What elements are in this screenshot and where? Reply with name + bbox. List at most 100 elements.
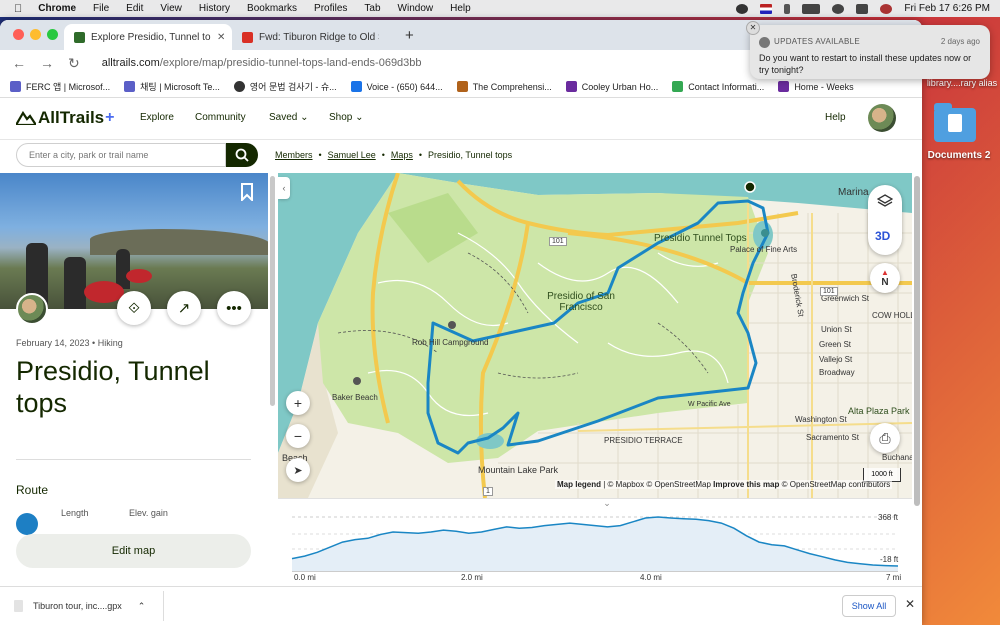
- tab-title: Fwd: Tiburon Ridge to Old St H: [259, 31, 379, 43]
- label-rob-hill: Rob Hill Campground: [412, 338, 489, 347]
- label-green: Green St: [819, 340, 852, 349]
- label-palace-fine-arts: Palace of Fine Arts: [730, 245, 798, 254]
- minimize-window-button[interactable]: [30, 29, 41, 40]
- update-notification[interactable]: ✕ UPDATES AVAILABLE 2 days ago Do you wa…: [746, 21, 990, 79]
- menu-view[interactable]: View: [160, 3, 182, 14]
- share-button[interactable]: ↗: [167, 291, 201, 325]
- crumb-user[interactable]: Samuel Lee: [328, 150, 376, 160]
- print-button[interactable]: ⎙: [870, 423, 900, 453]
- location-arrow-icon: ➤: [293, 464, 303, 477]
- zoom-in-button[interactable]: +: [286, 391, 310, 415]
- improve-map-link[interactable]: Improve this map: [713, 480, 779, 489]
- compass-button[interactable]: ▲ N: [870, 263, 900, 293]
- bookmark-item[interactable]: 채팅 | Microsoft Te...: [124, 80, 220, 93]
- panel-scrollbar[interactable]: [270, 176, 275, 406]
- menu-help[interactable]: Help: [450, 3, 471, 14]
- siri-icon[interactable]: [880, 3, 893, 14]
- hike-photo[interactable]: [0, 173, 268, 309]
- bookmark-item[interactable]: Contact Informati...: [672, 81, 764, 92]
- bookmark-item[interactable]: Home - Weeks: [778, 81, 854, 92]
- bluetooth-icon[interactable]: [784, 3, 791, 14]
- search-button[interactable]: [226, 143, 258, 167]
- tab-alltrails[interactable]: Explore Presidio, Tunnel tops | ✕: [64, 24, 232, 50]
- trail-map[interactable]: ‹ Presidio Tunnel Tops Presidio of San F…: [278, 173, 912, 498]
- input-source-icon[interactable]: [760, 3, 773, 14]
- menu-tab[interactable]: Tab: [364, 3, 380, 14]
- search-input[interactable]: Enter a city, park or trail name: [16, 143, 226, 167]
- fullscreen-window-button[interactable]: [47, 29, 58, 40]
- directions-button[interactable]: ⟐: [117, 291, 151, 325]
- nav-saved[interactable]: Saved ⌄: [269, 112, 309, 123]
- forward-icon[interactable]: →: [40, 55, 54, 71]
- 3d-toggle-button[interactable]: 3D: [875, 229, 890, 243]
- menu-profiles[interactable]: Profiles: [314, 3, 347, 14]
- bookmark-item[interactable]: 영어 문법 검사기 - 슈...: [233, 80, 337, 93]
- apple-icon[interactable]: : [14, 3, 22, 15]
- bookmark-icon[interactable]: [240, 183, 254, 201]
- close-tab-icon[interactable]: ✕: [217, 32, 225, 43]
- author-avatar[interactable]: [16, 293, 48, 325]
- edit-map-button[interactable]: Edit map: [16, 534, 251, 568]
- show-all-button[interactable]: Show All: [842, 595, 896, 617]
- page-scrollbar[interactable]: [914, 176, 920, 506]
- menu-edit[interactable]: Edit: [126, 3, 143, 14]
- user-avatar[interactable]: [868, 104, 896, 132]
- file-icon: [14, 600, 23, 612]
- chevron-up-icon[interactable]: ⌃: [138, 601, 146, 612]
- label-presidio-sf: Presidio of San Francisco: [547, 291, 615, 313]
- new-tab-icon[interactable]: +: [405, 27, 414, 44]
- close-window-button[interactable]: [13, 29, 24, 40]
- brand-plus: +: [105, 109, 115, 126]
- bookmark-item[interactable]: FERC 앱 | Microsof...: [10, 80, 110, 93]
- zoom-out-button[interactable]: −: [286, 424, 310, 448]
- back-icon[interactable]: ←: [12, 55, 26, 71]
- tab-gmail[interactable]: Fwd: Tiburon Ridge to Old St H: [232, 24, 400, 50]
- nav-explore[interactable]: Explore: [140, 112, 174, 123]
- menu-bar:  Chrome File Edit View History Bookmark…: [0, 0, 1000, 17]
- search-icon: [235, 148, 249, 162]
- menu-window[interactable]: Window: [398, 3, 434, 14]
- nav-shop[interactable]: Shop ⌄: [329, 112, 364, 123]
- elevation-profile[interactable]: ⌄ 368 ft -18 ft 0.0 mi 2.0 mi 4.0 mi 7 m…: [278, 498, 912, 586]
- locate-button[interactable]: ➤: [286, 458, 310, 482]
- reload-icon[interactable]: ↻: [68, 55, 80, 72]
- bookmark-item[interactable]: Cooley Urban Ho...: [565, 81, 658, 92]
- desktop-folder-label[interactable]: Documents 2: [924, 150, 994, 161]
- alltrails-logo[interactable]: AllTrails +: [16, 108, 114, 128]
- m-app-icon[interactable]: [736, 3, 749, 14]
- map-legend-link[interactable]: Map legend: [557, 480, 601, 489]
- crumb-maps[interactable]: Maps: [391, 150, 413, 160]
- label-sacramento: Sacramento St: [806, 433, 859, 442]
- status-area: Fri Feb 17 6:26 PM: [736, 0, 990, 17]
- share-icon: ↗: [177, 300, 191, 317]
- menu-file[interactable]: File: [93, 3, 109, 14]
- download-item[interactable]: Tiburon tour, inc....gpx ⌃: [14, 600, 145, 612]
- map-meta: February 14, 2023 • Hiking: [16, 338, 123, 348]
- nav-community[interactable]: Community: [195, 112, 246, 123]
- drive-icon: [672, 81, 684, 92]
- menu-app[interactable]: Chrome: [38, 3, 76, 14]
- more-button[interactable]: •••: [217, 291, 251, 325]
- help-link[interactable]: Help: [825, 112, 846, 123]
- crumb-members[interactable]: Members: [275, 150, 313, 160]
- layers-icon[interactable]: [877, 193, 893, 209]
- wifi-icon[interactable]: [832, 3, 845, 14]
- folder-icon[interactable]: [934, 103, 976, 142]
- clock[interactable]: Fri Feb 17 6:26 PM: [904, 3, 990, 14]
- voice-icon: [350, 81, 362, 92]
- close-shelf-icon[interactable]: ✕: [905, 597, 915, 611]
- control-center-icon[interactable]: [856, 3, 869, 14]
- menu-bookmarks[interactable]: Bookmarks: [247, 3, 297, 14]
- address-bar[interactable]: alltrails.com/explore/map/presidio-tunne…: [102, 57, 422, 69]
- collapse-panel-button[interactable]: ‹: [278, 177, 290, 199]
- x-tick-label: 2.0 mi: [461, 573, 483, 582]
- bookmark-item[interactable]: Voice - (650) 644...: [350, 81, 443, 92]
- bookmark-item[interactable]: The Comprehensi...: [456, 81, 552, 92]
- close-notification-icon[interactable]: ✕: [746, 21, 760, 35]
- menu-history[interactable]: History: [199, 3, 230, 14]
- label-marina: Marina: [838, 187, 869, 198]
- x-tick-label: 0.0 mi: [294, 573, 316, 582]
- battery-icon[interactable]: [802, 3, 821, 14]
- alltrails-favicon-icon: [74, 31, 85, 43]
- url-host: alltrails.com: [101, 57, 160, 69]
